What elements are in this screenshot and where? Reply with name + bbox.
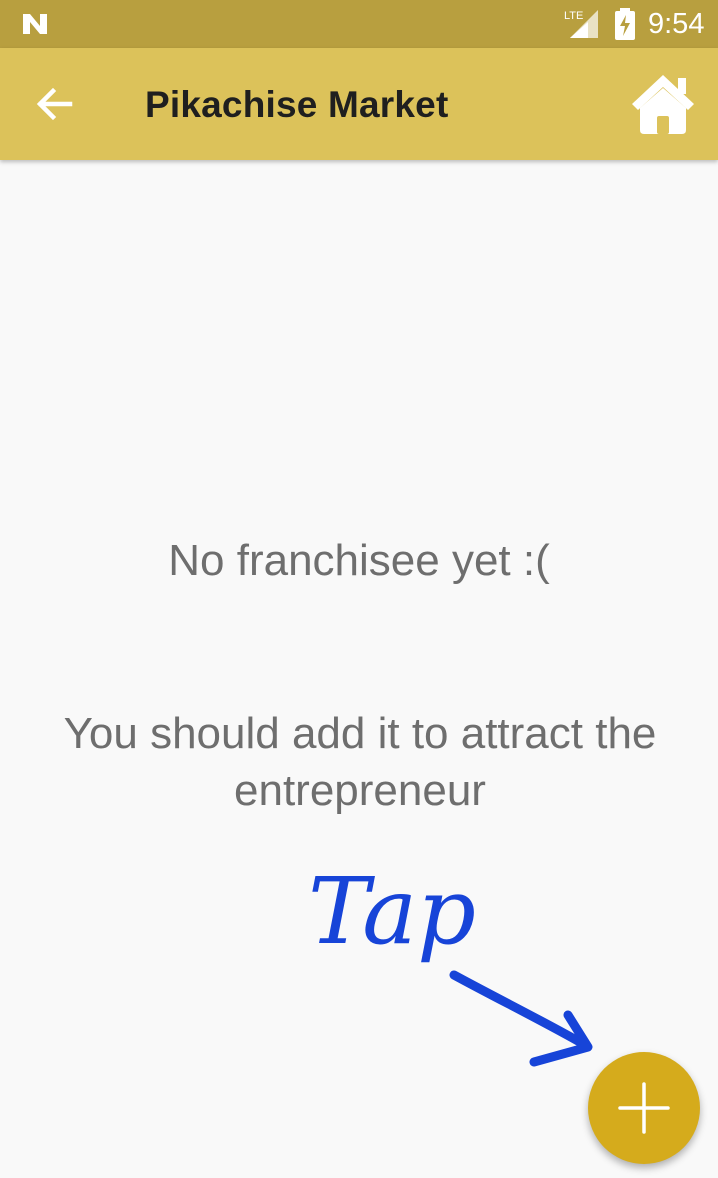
empty-state-subtitle: You should add it to attract the entrepr… [63,709,657,815]
home-button[interactable] [628,72,698,136]
add-franchisee-button[interactable] [588,1052,700,1164]
svg-text:LTE: LTE [564,10,583,22]
n-logo-icon [23,14,47,34]
content-area: No franchisee yet :( You should add it t… [0,160,718,1178]
status-bar: LTE 9:54 [0,0,718,48]
page-title: Pikachise Market [145,84,449,125]
back-button[interactable] [28,78,80,130]
tap-annotation-label: Tap [308,858,476,965]
plus-icon [618,1082,670,1134]
status-time: 9:54 [648,8,705,40]
home-icon [632,75,694,134]
arrow-left-icon [36,87,73,121]
app-bar: Pikachise Market [0,48,718,160]
lte-signal-icon: LTE [564,10,598,38]
empty-state-title: No franchisee yet :( [168,536,550,585]
battery-charging-icon [615,8,635,40]
